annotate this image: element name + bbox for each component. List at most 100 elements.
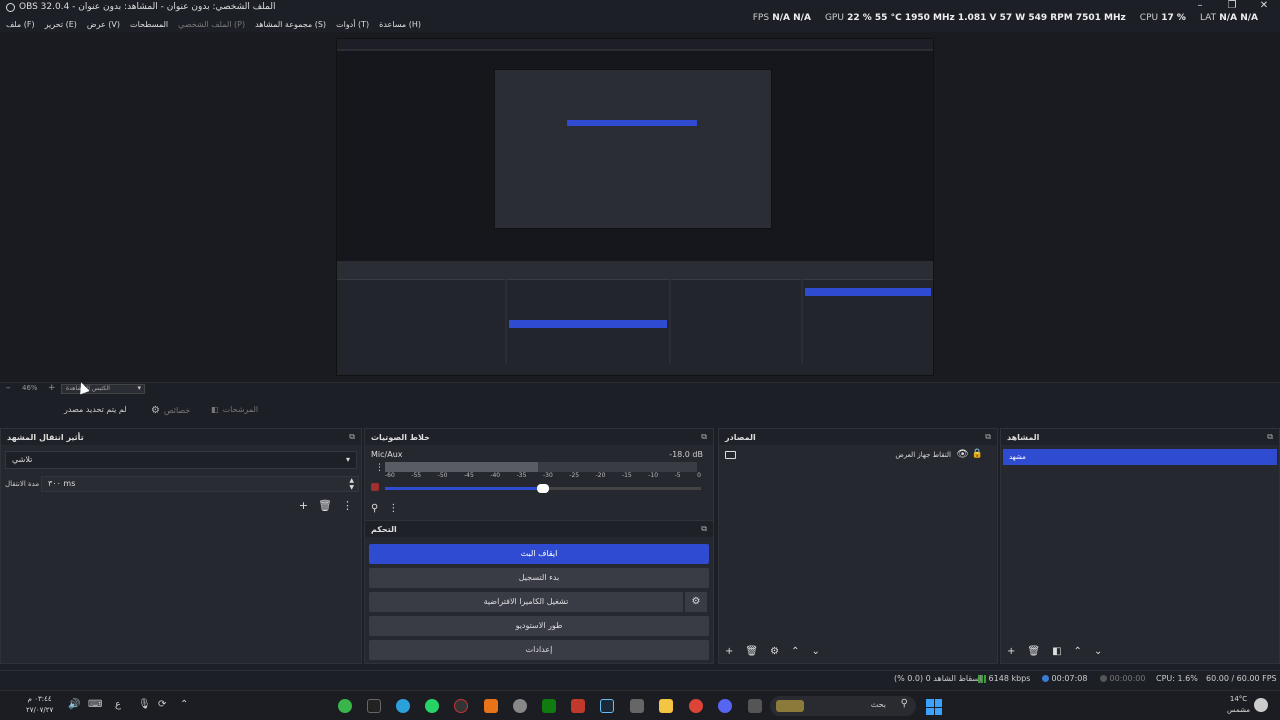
undock-icon[interactable]: ⧉ bbox=[701, 432, 707, 442]
chevron-down-icon[interactable]: ⌄ bbox=[1094, 646, 1102, 657]
minimize-button[interactable]: – bbox=[1184, 0, 1216, 14]
chrome-icon[interactable] bbox=[689, 699, 703, 713]
telegram-icon[interactable] bbox=[396, 699, 410, 713]
preview-nested-highlight bbox=[567, 120, 697, 126]
volume-meter-fill bbox=[385, 462, 538, 472]
chevron-down-icon: ▾ bbox=[345, 455, 350, 464]
chevron-up-icon[interactable]: ⌃ bbox=[791, 646, 799, 657]
mute-icon[interactable] bbox=[371, 483, 379, 491]
menu-help[interactable]: مساعدة (H) bbox=[379, 20, 421, 29]
start-virtual-camera-button[interactable]: تشغيل الكاميرا الافتراضية bbox=[369, 592, 683, 612]
app-icon[interactable] bbox=[367, 699, 381, 713]
menu-tools[interactable]: أدوات (T) bbox=[336, 20, 369, 29]
meter-tick: -5 bbox=[674, 472, 681, 479]
more-icon[interactable]: ⋮ bbox=[342, 499, 353, 512]
xbox-icon[interactable] bbox=[542, 699, 556, 713]
menu-scene-collection[interactable]: مجموعة المشاهد (S) bbox=[255, 20, 326, 29]
undock-icon[interactable]: ⧉ bbox=[1267, 432, 1273, 442]
maximize-button[interactable]: ❐ bbox=[1216, 0, 1248, 14]
stop-streaming-button[interactable]: ايقاف البث bbox=[369, 544, 709, 564]
status-bar: إسقاط الشاهد 0 (0.0 %) 6148 kbps 00:07:0… bbox=[0, 670, 1280, 686]
app-icon[interactable] bbox=[484, 699, 498, 713]
mixer-tools: ⚲ ⋮ bbox=[371, 503, 398, 514]
link-icon[interactable]: ⚲ bbox=[371, 503, 378, 514]
filter-icon[interactable]: ◧ bbox=[1052, 646, 1061, 657]
more-icon[interactable]: ⋮ bbox=[388, 503, 398, 514]
menu-view[interactable]: عرض (V) bbox=[87, 20, 120, 29]
gear-icon[interactable]: ⚙ bbox=[770, 646, 779, 657]
trash-icon[interactable]: 🗑 bbox=[745, 646, 758, 657]
lock-icon[interactable]: 🔒 bbox=[972, 449, 983, 459]
channel-menu-icon[interactable]: ⋮ bbox=[375, 463, 384, 473]
virtual-camera-settings-button[interactable]: ⚙ bbox=[685, 592, 707, 612]
zoom-in-button[interactable]: + bbox=[48, 383, 56, 393]
start-recording-button[interactable]: بدء التسجيل bbox=[369, 568, 709, 588]
chevron-up-icon[interactable]: ⌃ bbox=[1074, 646, 1082, 657]
close-button[interactable]: ✕ bbox=[1248, 0, 1280, 14]
network-icon[interactable]: ⌨ bbox=[88, 699, 102, 710]
obs-icon[interactable] bbox=[454, 699, 468, 713]
clock[interactable]: ٠٣:٤٤ م ٢٧/٠٧/٢٧ bbox=[26, 694, 53, 716]
scenes-toolbar: + 🗑 ◧ ⌃ ⌄ bbox=[1001, 643, 1279, 659]
menu-profile[interactable]: الملف الشخصي (P) bbox=[178, 20, 245, 29]
volume-fader[interactable] bbox=[385, 484, 701, 493]
spinner-icon[interactable]: ▲ ▼ bbox=[349, 477, 354, 491]
record-time: 00:00:00 bbox=[1109, 674, 1146, 683]
windows-start-icon[interactable] bbox=[926, 699, 942, 715]
zoom-out-button[interactable]: – bbox=[6, 383, 11, 393]
meter-scale: -60 -55 -50 -45 -40 -35 -30 -25 -20 -15 … bbox=[385, 472, 701, 484]
undock-icon[interactable]: ⧉ bbox=[701, 524, 707, 534]
fps-status: 60.00 / 60.00 FPS bbox=[1206, 674, 1277, 683]
app-icon[interactable] bbox=[748, 699, 762, 713]
preview-mode-select[interactable]: الكثيس للمشاهدة ▾ bbox=[61, 384, 145, 394]
app-icon[interactable] bbox=[571, 699, 585, 713]
source-label: التقاط جهاز العرض bbox=[895, 451, 951, 459]
chevron-up-icon[interactable]: ⌃ bbox=[180, 699, 188, 710]
preview-canvas[interactable] bbox=[336, 38, 934, 376]
duration-input[interactable]: ٣٠٠ ms ▲ ▼ bbox=[41, 476, 359, 492]
scene-item[interactable]: مشهد bbox=[1003, 449, 1277, 465]
menu-docks[interactable]: المسطحات bbox=[130, 20, 168, 29]
undock-icon[interactable]: ⧉ bbox=[349, 432, 355, 442]
window-title: OBS 32.0.4 - الملف الشخصي: بدون عنوان - … bbox=[6, 2, 276, 12]
preview-nested-docks bbox=[337, 265, 933, 375]
app-icon[interactable] bbox=[338, 699, 352, 713]
studio-mode-button[interactable]: طور الاستوديو bbox=[369, 616, 709, 636]
meter-tick: -50 bbox=[437, 472, 448, 479]
taskbar-search[interactable]: بحث ⚲ bbox=[770, 696, 916, 716]
transition-type-select[interactable]: تلاشي ▾ bbox=[5, 451, 357, 469]
source-item[interactable]: التقاط جهاز العرض 👁 🔒 bbox=[725, 449, 991, 465]
trash-icon[interactable]: 🗑 bbox=[318, 499, 332, 512]
steam-icon[interactable] bbox=[600, 699, 614, 713]
chevron-down-icon[interactable]: ⌄ bbox=[811, 646, 819, 657]
add-icon[interactable]: + bbox=[299, 499, 308, 512]
discord-icon[interactable] bbox=[718, 699, 732, 713]
record-time-status: 00:00:00 bbox=[1100, 674, 1145, 683]
trash-icon[interactable]: 🗑 bbox=[1027, 646, 1040, 657]
add-icon[interactable]: + bbox=[1007, 646, 1015, 657]
audio-channel-name: Mic/Aux bbox=[371, 450, 403, 459]
fader-handle[interactable] bbox=[537, 484, 549, 493]
add-icon[interactable]: + bbox=[725, 646, 733, 657]
whatsapp-icon[interactable] bbox=[425, 699, 439, 713]
menu-file[interactable]: ملف (F) bbox=[6, 20, 35, 29]
microphone-icon[interactable]: 🎙 bbox=[138, 699, 151, 710]
volume-icon[interactable]: 🔊 bbox=[68, 699, 80, 710]
sources-toolbar: + 🗑 ⚙ ⌃ ⌄ bbox=[719, 643, 997, 659]
filters-button[interactable]: ◧ المرشحات bbox=[211, 405, 258, 414]
chatgpt-icon[interactable] bbox=[513, 699, 527, 713]
settings-button[interactable]: إعدادات bbox=[369, 640, 709, 660]
weather-widget[interactable]: 14°C مشمس bbox=[1227, 694, 1268, 716]
duration-label: مدة الانتقال bbox=[5, 480, 40, 488]
undock-icon[interactable]: ⧉ bbox=[985, 432, 991, 442]
file-explorer-icon[interactable] bbox=[659, 699, 673, 713]
menu-edit[interactable]: تحرير (E) bbox=[45, 20, 77, 29]
eye-icon[interactable]: 👁 bbox=[956, 449, 969, 460]
signal-icon bbox=[978, 674, 986, 683]
app-icon[interactable] bbox=[630, 699, 644, 713]
language-indicator[interactable]: ع bbox=[115, 699, 121, 710]
properties-button[interactable]: ⚙ خصائص bbox=[151, 405, 190, 416]
meter-tick: 0 bbox=[697, 472, 701, 479]
sync-icon[interactable]: ⟳ bbox=[158, 699, 166, 710]
transitions-dock: تأثير انتقال المشهد ⧉ تلاشي ▾ مدة الانتق… bbox=[0, 428, 362, 664]
